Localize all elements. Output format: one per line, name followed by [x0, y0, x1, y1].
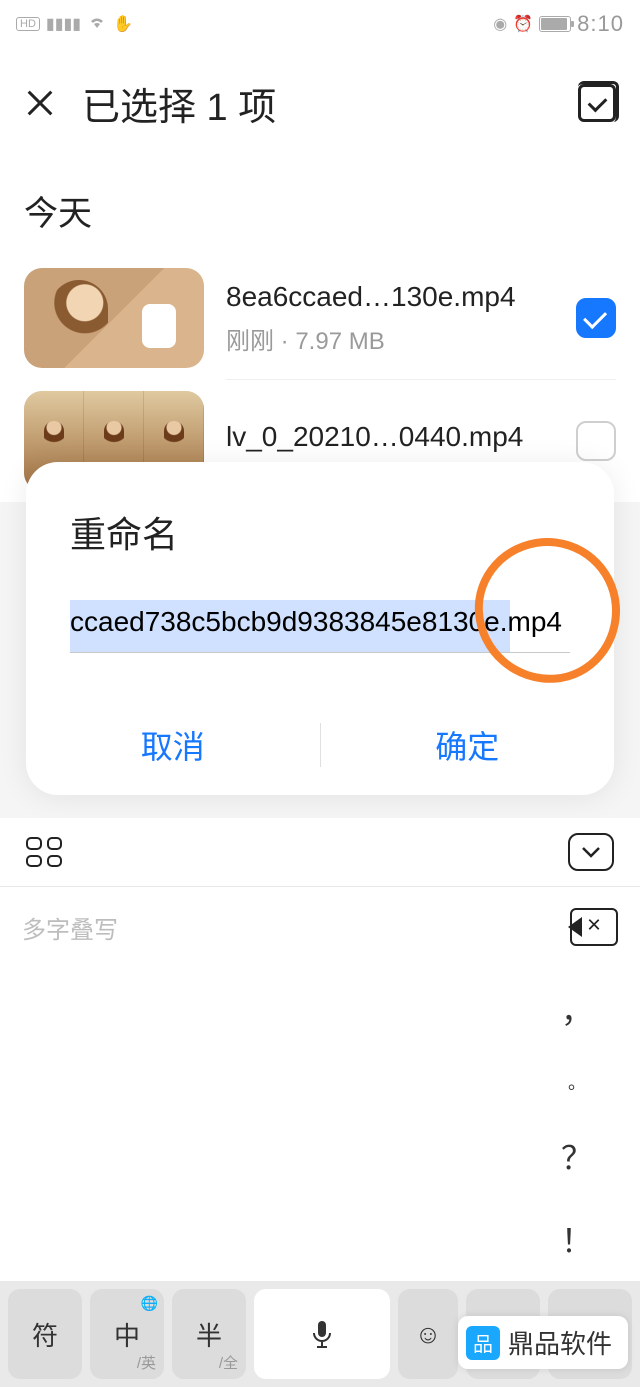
file-name: lv_0_20210…0440.mp4: [226, 421, 554, 453]
video-thumbnail: [24, 268, 204, 368]
punct-key[interactable]: ？: [561, 1133, 593, 1179]
eye-icon: ◉: [493, 14, 507, 34]
file-meta: 刚刚 · 7.97 MB: [226, 321, 554, 356]
punct-key[interactable]: ！: [561, 1216, 593, 1262]
file-name: 8ea6ccaed…130e.mp4: [226, 281, 554, 313]
dialog-title: 重命名: [26, 506, 614, 600]
rename-input[interactable]: [70, 600, 570, 653]
page-title: 已选择 1 项: [82, 76, 552, 131]
mic-key[interactable]: [254, 1289, 390, 1379]
keyboard: 多字叠写 ， 。 ？ ！ 符 中/英🌐 半/全 ☺ 123 换行: [0, 818, 640, 1387]
signal-icon: ▮▮▮▮: [46, 14, 81, 34]
backspace-key[interactable]: [570, 908, 618, 946]
width-key[interactable]: 半/全: [172, 1289, 246, 1379]
file-row[interactable]: 8ea6ccaed…130e.mp4 刚刚 · 7.97 MB: [24, 257, 616, 379]
watermark: 鼎品软件: [458, 1316, 628, 1369]
status-bar: HD ▮▮▮▮ ✋ ◉ ⏰ 8:10: [0, 0, 640, 48]
close-icon[interactable]: [24, 87, 56, 119]
watermark-logo: [466, 1326, 500, 1360]
rename-dialog: 重命名 取消 确定: [26, 462, 614, 795]
wifi-icon: [87, 14, 107, 35]
keyboard-collapse-button[interactable]: [568, 833, 614, 871]
hd-icon: HD: [16, 17, 40, 31]
selection-header: 已选择 1 项: [0, 48, 640, 158]
cancel-button[interactable]: 取消: [26, 695, 320, 795]
punct-key[interactable]: ，: [561, 986, 593, 1032]
keyboard-hint: 多字叠写: [22, 910, 118, 945]
watermark-text: 鼎品软件: [508, 1324, 612, 1361]
handwriting-area[interactable]: ， 。 ？ ！: [0, 967, 640, 1281]
punct-key[interactable]: 。: [568, 1069, 586, 1095]
clock-text: 8:10: [577, 11, 624, 37]
alarm-icon: ⏰: [513, 14, 533, 34]
palm-icon: ✋: [113, 14, 133, 34]
keyboard-switch-icon[interactable]: [26, 837, 62, 867]
battery-icon: [539, 16, 571, 32]
emoji-key[interactable]: ☺: [398, 1289, 458, 1379]
symbol-key[interactable]: 符: [8, 1289, 82, 1379]
file-checkbox[interactable]: [576, 298, 616, 338]
file-checkbox[interactable]: [576, 421, 616, 461]
section-today: 今天: [24, 158, 616, 257]
lang-key[interactable]: 中/英🌐: [90, 1289, 164, 1379]
file-list: 今天 8ea6ccaed…130e.mp4 刚刚 · 7.97 MB lv_0_…: [0, 158, 640, 502]
confirm-button[interactable]: 确定: [321, 695, 615, 795]
select-all-button[interactable]: [578, 84, 616, 122]
